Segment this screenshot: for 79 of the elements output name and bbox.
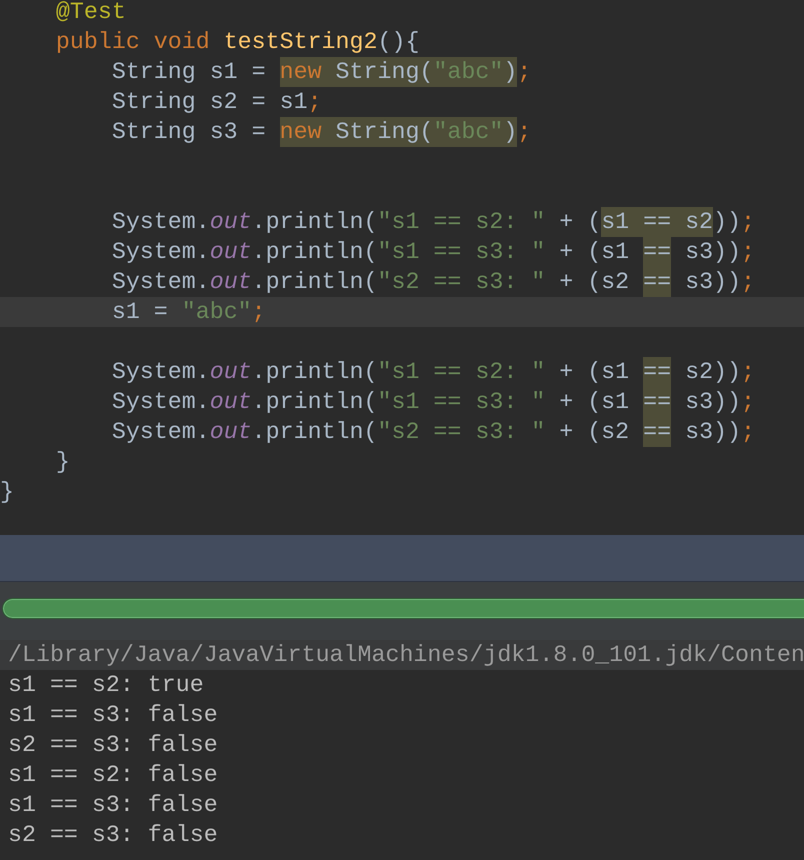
code-token: }: [54, 448, 70, 477]
command-line-text: /Library/Java/JavaVirtualMachines/jdk1.8.0_101.jdk/Conten: [8, 642, 804, 668]
code-token: + (: [558, 208, 602, 237]
code-token: + (s2: [558, 268, 630, 297]
highlighted-code-token: new: [280, 117, 322, 147]
code-token: .println(: [252, 418, 378, 447]
code-token: "s1 == s3: ": [378, 238, 546, 267]
code-token: + (s1: [558, 238, 630, 267]
code-token: ;: [741, 388, 755, 417]
code-token: testString2: [224, 28, 378, 57]
code-token: "s1 == s2: ": [378, 358, 546, 387]
code-token: String s1 =: [110, 58, 267, 87]
code-token: System.: [110, 358, 210, 387]
highlighted-code-token: ==: [643, 237, 672, 267]
console-output-line: s2 == s3: false: [8, 732, 218, 758]
highlighted-code-token: String(: [322, 117, 434, 147]
splitter-bar[interactable]: [0, 535, 804, 582]
code-token: .println(: [252, 238, 378, 267]
console-output-line: s1 == s3: false: [8, 702, 218, 728]
code-token: out: [210, 418, 252, 447]
code-token: out: [210, 238, 252, 267]
console-output-line: s1 == s2: false: [8, 762, 218, 788]
highlighted-code-token: ): [503, 117, 518, 147]
code-token: "abc": [182, 298, 252, 327]
code-token: .println(: [252, 358, 378, 387]
code-token: "s1 == s3: ": [378, 388, 546, 417]
console-output-line: s1 == s2: true: [8, 672, 204, 698]
highlighted-code-token: ==: [643, 267, 672, 297]
code-token: s3)): [684, 238, 742, 267]
console-output-line: s1 == s3: false: [8, 792, 218, 818]
code-token: @Test: [54, 0, 126, 27]
highlighted-code-token: ): [503, 57, 518, 87]
code-token: (){: [377, 28, 420, 57]
code-token: ;: [741, 358, 755, 387]
code-token: System.: [110, 388, 210, 417]
highlighted-code-token: ==: [643, 357, 672, 387]
code-token: "s1 == s2: ": [378, 208, 546, 237]
code-token: ;: [741, 238, 755, 267]
highlighted-code-token: String(: [322, 57, 434, 87]
code-token: ;: [252, 298, 266, 327]
code-token: + (s1: [558, 388, 630, 417]
code-token: .println(: [252, 208, 378, 237]
code-token: .println(: [252, 268, 378, 297]
highlighted-code-token: "abc": [433, 117, 504, 147]
code-token: }: [0, 478, 14, 507]
code-token: "s2 == s3: ": [378, 418, 546, 447]
code-token: out: [210, 358, 252, 387]
code-token: + (s2: [558, 418, 630, 447]
code-token: System.: [110, 418, 210, 447]
code-token: ;: [741, 208, 755, 237]
code-token: System.: [110, 238, 210, 267]
code-token: ;: [741, 418, 755, 447]
code-token: String s3 =: [110, 118, 267, 147]
highlighted-code-token: "abc": [433, 57, 504, 87]
code-token: out: [210, 208, 252, 237]
console-output-line: s2 == s3: false: [8, 822, 218, 848]
code-token: ;: [517, 58, 532, 87]
code-token: s3)): [684, 418, 742, 447]
code-token: s3)): [684, 388, 742, 417]
code-token: s1 =: [110, 298, 169, 327]
highlighted-code-token: new: [280, 57, 322, 87]
code-token: ;: [308, 88, 322, 117]
code-token: "s2 == s3: ": [378, 268, 546, 297]
code-token: )): [713, 208, 741, 237]
highlighted-code-token: s1 == s2: [601, 207, 714, 237]
code-token: System.: [110, 208, 210, 237]
code-token: .println(: [252, 388, 378, 417]
code-token: public void: [54, 28, 211, 57]
code-token: out: [210, 388, 252, 417]
code-token: out: [210, 268, 252, 297]
highlighted-code-token: ==: [643, 387, 672, 417]
code-token: s3)): [684, 268, 742, 297]
code-token: + (s1: [558, 358, 630, 387]
code-token: ;: [517, 118, 532, 147]
code-token: System.: [110, 268, 210, 297]
code-token: String s2 = s1: [110, 88, 308, 117]
code-token: s2)): [684, 358, 742, 387]
code-token: ;: [741, 268, 755, 297]
highlighted-code-token: ==: [643, 417, 672, 447]
